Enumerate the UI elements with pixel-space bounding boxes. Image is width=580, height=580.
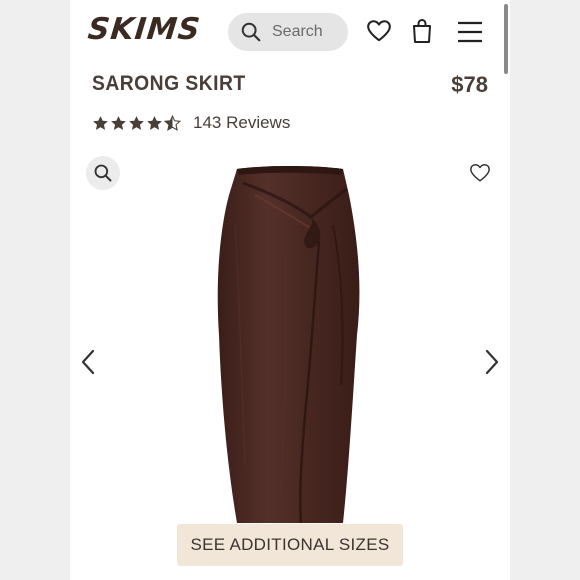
brand-logo[interactable]: SKIMS — [86, 12, 202, 47]
scrollbar[interactable] — [504, 4, 508, 74]
wishlist-heart-icon[interactable] — [468, 162, 492, 184]
search-placeholder: Search — [272, 23, 323, 40]
star-icon — [111, 115, 126, 130]
heart-icon[interactable] — [366, 18, 392, 44]
product-page: SKIMS Search SARONG SKIRT $78 143 Review… — [70, 0, 510, 580]
search-icon — [241, 22, 261, 42]
half-star-icon — [164, 114, 181, 131]
chevron-left-icon[interactable] — [78, 348, 98, 376]
see-additional-sizes-button[interactable]: SEE ADDITIONAL SIZES — [177, 524, 403, 566]
reviews-count[interactable]: 143 Reviews — [193, 113, 290, 133]
rating-row[interactable]: 143 Reviews — [92, 113, 290, 133]
shopping-bag-icon[interactable] — [410, 18, 434, 44]
zoom-button[interactable] — [86, 156, 120, 190]
star-icon — [129, 115, 144, 130]
star-icon — [147, 115, 162, 130]
zoom-icon — [94, 164, 112, 182]
search-bar[interactable]: Search — [228, 13, 348, 51]
hamburger-menu-icon[interactable] — [456, 20, 484, 44]
star-icon — [93, 115, 108, 130]
product-price: $78 — [451, 72, 488, 97]
chevron-right-icon[interactable] — [482, 348, 502, 376]
product-image-sarong-skirt[interactable] — [215, 165, 365, 525]
star-rating — [92, 114, 181, 132]
product-title: SARONG SKIRT — [92, 72, 246, 95]
